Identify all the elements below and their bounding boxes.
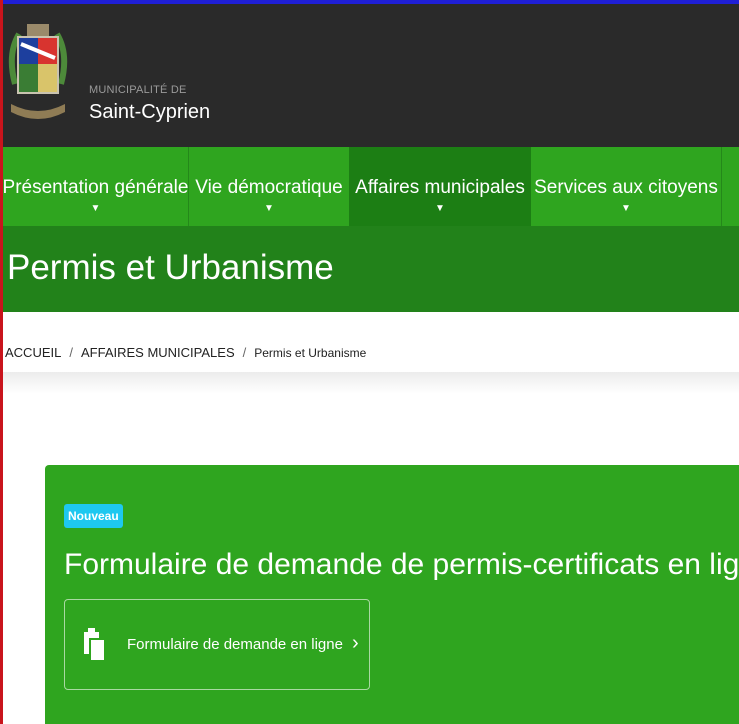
nav-label: Affaires municipales [355,177,525,198]
nav-item-presentation-generale[interactable]: Présentation générale ▼ [2,147,189,226]
coat-of-arms-logo[interactable] [5,14,71,134]
online-form-card: Nouveau Formulaire de demande de permis-… [45,465,739,724]
caret-down-icon: ▼ [435,203,445,214]
brand-name[interactable]: Saint-Cyprien [89,101,210,124]
caret-down-icon: ▼ [90,203,101,214]
page-title: Permis et Urbanisme [7,248,334,287]
chevron-right-icon: › [352,632,359,654]
card-title: Formulaire de demande de permis-certific… [64,548,739,581]
breadcrumb-home[interactable]: ACCUEIL [5,345,61,360]
breadcrumb-affaires-municipales[interactable]: AFFAIRES MUNICIPALES [81,345,235,360]
caret-down-icon: ▼ [264,203,274,214]
nav-item-services-aux-citoyens[interactable]: Services aux citoyens ▼ [531,147,721,226]
nav-item-vie-democratique[interactable]: Vie démocratique ▼ [189,147,349,226]
breadcrumb-current: Permis et Urbanisme [254,346,367,360]
nav-divider [721,147,722,226]
online-form-link[interactable]: Formulaire de demande en ligne › [64,599,370,690]
nav-label: Présentation générale [2,177,189,198]
new-badge: Nouveau [64,504,123,528]
caret-down-icon: ▼ [621,203,631,214]
nav-label: Vie démocratique [195,177,343,198]
clipboard-icon [81,628,107,667]
online-form-link-label: Formulaire de demande en ligne [127,636,343,653]
main-nav: Présentation générale ▼ Vie démocratique… [3,147,739,226]
breadcrumb: ACCUEIL / AFFAIRES MUNICIPALES / Permis et U… [5,345,366,360]
brand-subtitle: MUNICIPALITÉ DE [89,84,187,96]
nav-item-affaires-municipales[interactable]: Affaires municipales ▼ [349,147,531,226]
nav-label: Services aux citoyens [534,177,718,198]
site-header: MUNICIPALITÉ DE Saint-Cyprien [3,4,739,147]
breadcrumb-separator: / [242,345,247,360]
breadcrumb-separator: / [69,345,73,360]
section-divider [3,372,739,394]
page-banner: Permis et Urbanisme [3,226,739,312]
